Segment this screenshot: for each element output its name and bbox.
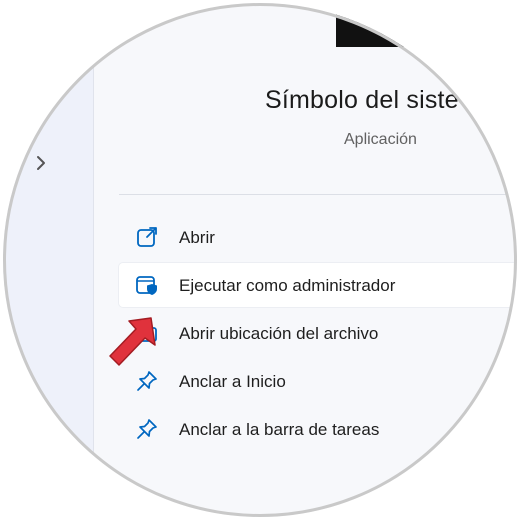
red-arrow-pointer-icon [103,313,163,373]
left-navigation-strip [3,3,94,517]
menu-item-open[interactable]: Abrir [119,215,517,259]
app-subtitle: Aplicación [344,131,417,148]
menu-item-pin-to-taskbar[interactable]: Anclar a la barra de tareas [119,407,517,451]
divider [119,194,517,195]
pin-icon [135,417,159,441]
magnified-view: Símbolo del siste Aplicación Abrir Ejecu… [3,3,517,517]
menu-item-label: Ejecutar como administrador [179,276,396,295]
menu-item-label: Abrir [179,228,215,247]
menu-item-label: Anclar a Inicio [179,372,286,391]
run-as-admin-shield-icon [135,273,159,297]
open-external-icon [135,225,159,249]
chevron-right-icon[interactable] [35,153,55,177]
menu-item-pin-to-start[interactable]: Anclar a Inicio [119,359,517,403]
menu-item-run-as-admin[interactable]: Ejecutar como administrador [119,263,517,307]
menu-item-label: Anclar a la barra de tareas [179,420,380,439]
app-title: Símbolo del siste [265,86,459,114]
menu-item-label: Abrir ubicación del archivo [179,324,379,343]
dark-window-corner [336,3,416,47]
menu-item-open-file-location[interactable]: Abrir ubicación del archivo [119,311,517,355]
